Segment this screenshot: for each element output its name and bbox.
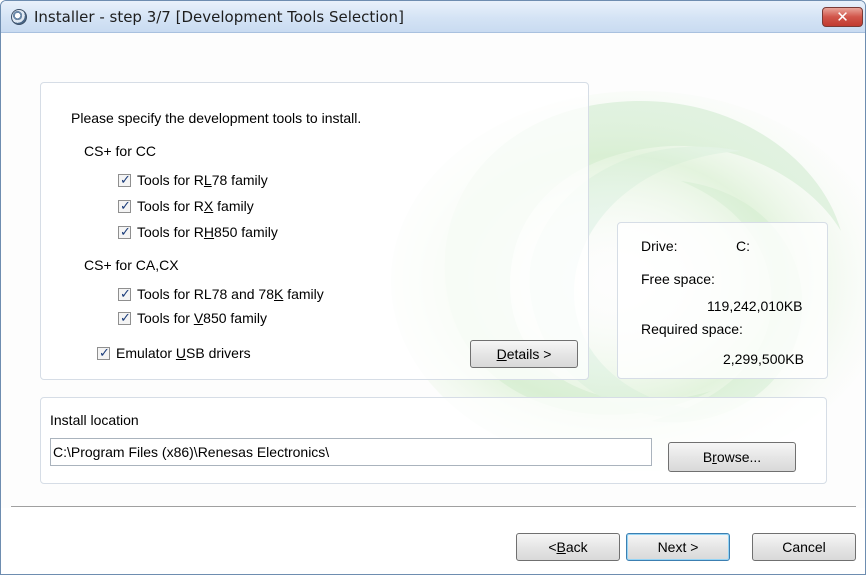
checkbox-rl78[interactable]: ✓ [118,171,131,187]
app-icon [11,9,27,25]
checkbox-row-rx[interactable]: ✓ Tools for RX family [118,197,254,215]
check-mark-icon: ✓ [120,285,131,301]
details-button-label: etails > [506,346,552,362]
close-button[interactable]: ✕ [822,7,863,27]
group-label-cs-for-ca-cx: CS+ for CA,CX [84,257,179,273]
details-button-mnemonic: D [496,346,507,362]
browse-button-label-start: B [702,449,713,465]
free-space-value: 119,242,010KB [707,298,803,314]
checkbox-label-rx: Tools for RX family [137,198,254,214]
checkbox-row-rl78[interactable]: ✓ Tools for RL78 family [118,171,268,189]
checkbox-row-rh850[interactable]: ✓ Tools for RH850 family [118,223,278,241]
checkbox-rx[interactable]: ✓ [118,197,131,213]
checkbox-emulator-usb[interactable]: ✓ [97,344,110,360]
checkbox-row-emulator-usb[interactable]: ✓ Emulator USB drivers [97,344,251,362]
browse-button[interactable]: Br owse... [668,442,796,472]
back-button[interactable]: < Back [516,533,620,561]
drive-label: Drive: [641,238,678,254]
title-bar[interactable]: Installer - step 3/7 [Development Tools … [1,1,865,33]
back-button-label-start: < [548,539,557,555]
check-mark-icon: ✓ [99,344,110,360]
checkbox-rl78-78k[interactable]: ✓ [118,285,131,301]
browse-button-label-end: owse... [716,449,762,465]
back-button-mnemonic: B [556,539,566,555]
cancel-button[interactable]: Cancel [752,533,856,561]
install-location-label: Install location [50,412,139,428]
check-mark-icon: ✓ [120,197,131,213]
check-mark-icon: ✓ [120,223,131,239]
checkbox-label-v850: Tools for V850 family [137,310,267,326]
checkbox-label-rl78-78k: Tools for RL78 and 78K family [137,286,324,302]
checkbox-row-v850[interactable]: ✓ Tools for V850 family [118,309,267,327]
checkbox-label-rh850: Tools for RH850 family [137,224,278,240]
back-button-label-end: ack [565,539,588,555]
next-button[interactable]: Next > [626,533,730,561]
installer-window: Installer - step 3/7 [Development Tools … [0,0,866,575]
required-space-value: 2,299,500KB [723,351,804,367]
window-title: Installer - step 3/7 [Development Tools … [34,8,404,26]
checkbox-row-rl78-78k[interactable]: ✓ Tools for RL78 and 78K family [118,285,324,303]
details-button[interactable]: Details > [470,340,578,368]
checkbox-label-emulator-usb: Emulator USB drivers [116,345,251,361]
check-mark-icon: ✓ [120,171,131,187]
checkbox-v850[interactable]: ✓ [118,309,131,325]
checkbox-rh850[interactable]: ✓ [118,223,131,239]
footer-area [1,508,865,574]
checkbox-label-rl78: Tools for RL78 family [137,172,268,188]
required-space-label: Required space: [641,321,743,337]
free-space-label: Free space: [641,271,715,287]
group-label-cs-for-cc: CS+ for CC [84,143,156,159]
check-mark-icon: ✓ [120,309,131,325]
install-location-input[interactable] [50,438,652,466]
tools-prompt: Please specify the development tools to … [71,110,362,126]
drive-value: C: [736,238,750,254]
